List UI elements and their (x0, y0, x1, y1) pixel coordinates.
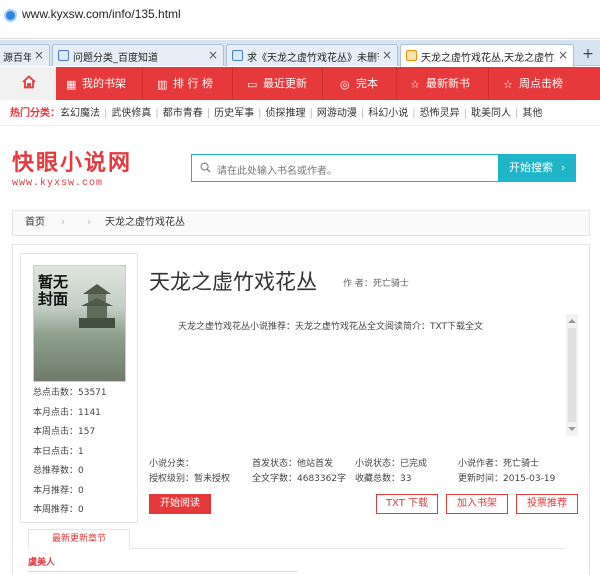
chevron-right-icon: › (561, 161, 566, 174)
category-bar: 热门分类：玄幻魔法 | 武侠修真 | 都市青春 | 历史军事 | 侦探推理 | 网游动漫 | 科幻小说 |… (0, 102, 600, 126)
tab-latest-chapters[interactable]: 最新更新章节 (28, 529, 130, 549)
home-button[interactable] (0, 67, 56, 100)
search-icon (200, 162, 211, 173)
description-text: 天龙之虚竹戏花丛小说推荐：天龙之虚竹戏花丛全文阅读简介：TXT下载全文 (178, 322, 484, 332)
browser-tab[interactable]: 问题分类_百度知道 × (52, 44, 224, 66)
txt-download-button[interactable]: TXT 下载 (376, 494, 438, 514)
nav-finished[interactable]: ◎ 完本 (340, 67, 378, 100)
nav-bookshelf[interactable]: ▦ 我的书架 (66, 67, 126, 100)
description-scrollbar[interactable] (566, 314, 578, 436)
category-link[interactable]: 侦探推理 (266, 108, 306, 119)
meta-status: 小说状态：已完成 (355, 459, 428, 469)
meta-update-time: 更新时间：2015-03-19 (458, 474, 556, 484)
chevron-right-icon: › (61, 217, 65, 228)
close-tab-icon[interactable]: × (208, 48, 218, 62)
add-to-shelf-button[interactable]: 加入书架 (446, 494, 508, 514)
category-link[interactable]: 耽美同人 (471, 108, 511, 119)
favicon-icon (406, 50, 417, 61)
update-icon: ▭ (247, 78, 258, 91)
scroll-up-icon[interactable] (568, 319, 576, 323)
category-link[interactable]: 其他 (522, 108, 542, 119)
meta-license: 授权级别：暂未授权 (149, 474, 231, 484)
stat-week-recommend: 本周推荐：0 (33, 505, 84, 515)
browser-tab-active[interactable]: 天龙之虚竹戏花丛,天龙之虚竹戏 × (400, 44, 574, 67)
meta-word-count: 全文字数：4683362字 (252, 474, 347, 484)
new-tab-button[interactable]: + (578, 45, 598, 65)
nav-weekly-hits[interactable]: ☆ 周点击榜 (503, 67, 563, 100)
browser-tab[interactable]: 求《天龙之虚竹戏花丛》未删节 × (226, 44, 398, 66)
stat-total-clicks: 总点击数：53571 (33, 388, 107, 398)
bookshelf-icon: ▦ (66, 78, 77, 91)
star-icon: ☆ (503, 78, 513, 91)
close-tab-icon[interactable]: × (558, 48, 568, 62)
pavilion-image (79, 284, 115, 328)
category-link[interactable]: 玄幻魔法 (60, 108, 100, 119)
divider (28, 571, 298, 572)
finished-icon: ◎ (340, 78, 350, 91)
book-cover[interactable]: 暂无封面 (33, 265, 126, 382)
main-nav: ▦ 我的书架 ▥ 排 行 榜 ▭ 最近更新 ◎ 完本 ☆ 最新新书 ☆ 周点击榜 (0, 67, 600, 100)
book-stats: 总点击数：53571 本月点击：1141 本周点击：157 本日点击：1 总推荐… (33, 387, 133, 524)
stat-month-clicks: 本月点击：1141 (33, 407, 101, 418)
meta-favorites: 收藏总数：33 (355, 474, 412, 484)
nav-recent-updates[interactable]: ▭ 最近更新 (247, 67, 307, 100)
stat-day-clicks: 本日点击：1 (33, 446, 84, 457)
close-tab-icon[interactable]: × (34, 48, 44, 62)
search-button[interactable]: 开始搜索 › (499, 154, 576, 182)
site-logo[interactable]: 快眼小说网 www.kyxsw.com (12, 145, 152, 189)
scroll-thumb[interactable] (568, 328, 576, 422)
favicon-icon (232, 50, 243, 61)
chapter-link[interactable]: 虞美人 (28, 555, 55, 568)
cover-placeholder-text: 暂无封面 (38, 273, 69, 308)
meta-category: 小说分类： (149, 459, 195, 469)
breadcrumb-home[interactable]: 首页 (25, 211, 45, 235)
address-bar[interactable]: www.kyxsw.com/info/135.html (0, 0, 600, 39)
category-link[interactable]: 网游动漫 (317, 108, 357, 119)
scroll-down-icon[interactable] (568, 427, 576, 431)
book-title: 天龙之虚竹戏花丛 (149, 270, 317, 294)
category-link[interactable]: 都市青春 (163, 108, 203, 119)
category-label: 热门分类： (10, 108, 60, 119)
stat-week-clicks: 本周点击：157 (33, 427, 96, 437)
meta-first-publish: 首发状态：他站首发 (252, 459, 334, 469)
breadcrumb-current: 天龙之虚竹戏花丛 (105, 217, 185, 228)
logo-text: 快眼小说网 (12, 150, 133, 176)
home-icon (22, 75, 36, 89)
nav-new-books[interactable]: ☆ 最新新书 (410, 67, 470, 100)
category-link[interactable]: 历史军事 (214, 108, 254, 119)
browser-tab[interactable]: 源百年起 × (0, 44, 50, 66)
search-input[interactable]: 请在此处输入书名或作者。 (217, 162, 337, 177)
book-description: 天龙之虚竹戏花丛小说推荐：天龙之虚竹戏花丛全文阅读简介：TXT下载全文 (150, 314, 578, 438)
category-link[interactable]: 武侠修真 (111, 108, 151, 119)
vote-recommend-button[interactable]: 投票推荐 (516, 494, 578, 514)
tab-strip: 源百年起 × 问题分类_百度知道 × 求《天龙之虚竹戏花丛》未删节 × 天龙之虚… (0, 40, 600, 67)
ranking-icon: ▥ (157, 78, 168, 91)
search-box[interactable]: 请在此处输入书名或作者。 (191, 154, 499, 182)
breadcrumb: 首页 › › 天龙之虚竹戏花丛 (12, 210, 590, 236)
category-link[interactable]: 科幻小说 (368, 108, 408, 119)
category-link[interactable]: 恐怖灵异 (420, 108, 460, 119)
close-tab-icon[interactable]: × (382, 48, 392, 62)
start-reading-button[interactable]: 开始阅读 (149, 494, 211, 514)
favicon-icon (58, 50, 69, 61)
meta-author: 小说作者：死亡骑士 (458, 459, 540, 469)
nav-ranking[interactable]: ▥ 排 行 榜 (157, 67, 213, 100)
stat-month-recommend: 本月推荐：0 (33, 485, 84, 496)
book-author: 作 者：死亡骑士 (343, 279, 409, 289)
stat-total-recommend: 总推荐数：0 (33, 466, 84, 476)
logo-domain: www.kyxsw.com (12, 178, 104, 189)
site-security-icon (4, 9, 17, 22)
url-text[interactable]: www.kyxsw.com/info/135.html (22, 7, 181, 21)
star-icon: ☆ (410, 78, 420, 91)
chevron-right-icon: › (87, 217, 91, 228)
